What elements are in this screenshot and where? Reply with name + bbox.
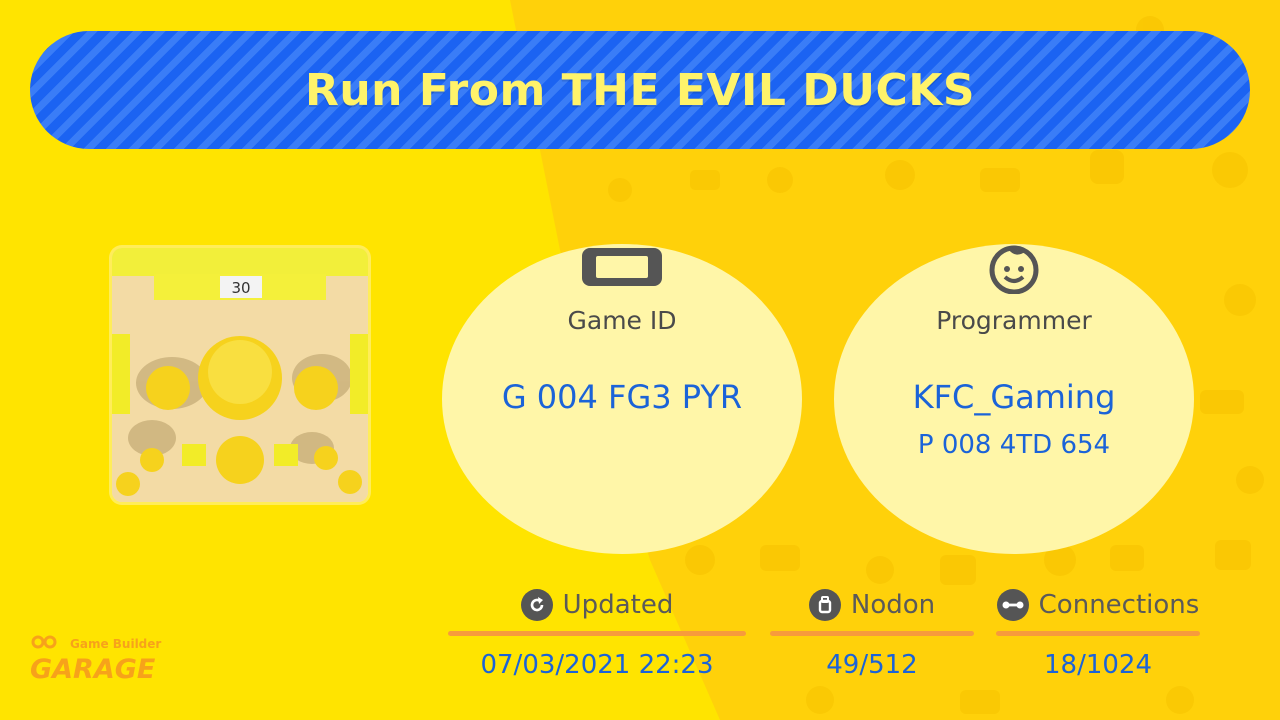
connections-label: Connections: [1038, 590, 1200, 620]
nodon-icon: [808, 589, 841, 621]
title-banner: Run From THE EVIL DUCKS: [30, 31, 1250, 149]
connections-value: 18/1024: [1043, 650, 1152, 680]
updated-value: 07/03/2021 22:23: [480, 650, 714, 680]
logo-line1: Game Builder: [70, 637, 161, 651]
updated-divider: [448, 631, 746, 636]
console-icon: [442, 246, 802, 288]
connections-divider: [996, 631, 1200, 636]
game-title: Run From THE EVIL DUCKS: [304, 64, 976, 116]
updated-label: Updated: [562, 590, 674, 620]
logo-line2: GARAGE: [30, 654, 156, 684]
game-id-label: Game ID: [567, 306, 677, 335]
face-icon: [834, 240, 1194, 294]
game-builder-garage-logo: Game Builder GARAGE: [28, 632, 173, 685]
stat-nodon: Nodon 49/512: [770, 588, 974, 680]
programmer-panel: Programmer KFC_Gaming P 008 4TD 654: [834, 244, 1194, 554]
game-id-value: G 004 FG3 PYR: [501, 378, 743, 416]
programmer-name: KFC_Gaming: [912, 378, 1116, 416]
game-id-panel: Game ID G 004 FG3 PYR: [442, 244, 802, 554]
programmer-label: Programmer: [936, 306, 1092, 335]
nodon-value: 49/512: [826, 650, 918, 680]
stat-updated: Updated 07/03/2021 22:23: [448, 588, 746, 680]
nodon-label: Nodon: [850, 590, 936, 620]
thumbnail-timer: 30: [231, 279, 250, 297]
connection-icon: [996, 589, 1029, 621]
stat-connections: Connections 18/1024: [996, 588, 1200, 680]
duck-scene-image: 30: [112, 248, 368, 502]
nodon-divider: [770, 631, 974, 636]
programmer-id: P 008 4TD 654: [917, 430, 1111, 460]
refresh-icon: [520, 589, 553, 621]
game-thumbnail: 30: [112, 248, 368, 502]
